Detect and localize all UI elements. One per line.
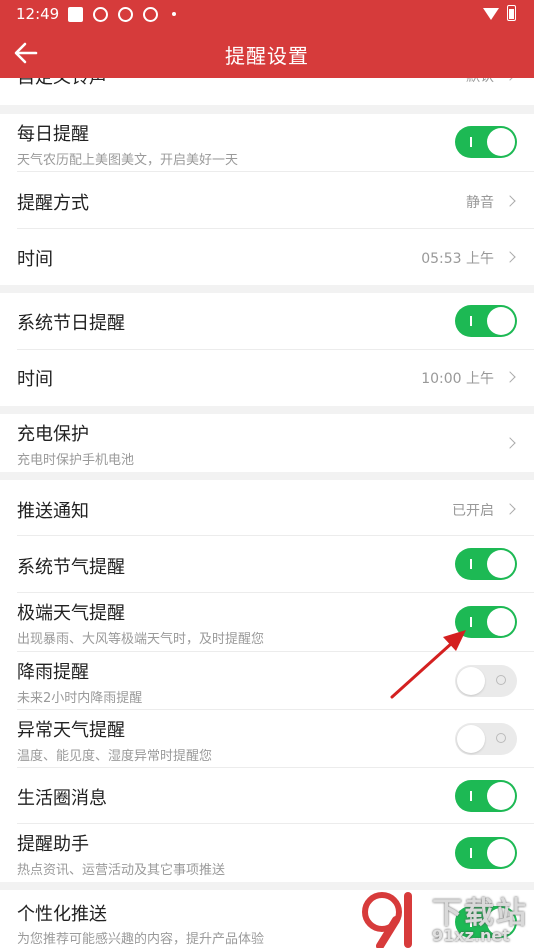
setting-value: 已开启 [452,503,494,519]
setting-row-push-notifications[interactable]: 推送通知 已开启 [0,480,534,536]
page-title: 提醒设置 [225,44,309,68]
setting-row-solar-term-reminder: 系统节气提醒 [0,536,534,593]
setting-value: 默认 [466,78,494,86]
setting-label: 提醒方式 [17,193,89,214]
more-notifications-dot-icon [172,12,176,16]
site-logo-icon [360,890,412,948]
setting-label: 系统节日提醒 [17,313,125,334]
setting-label: 降雨提醒 [17,662,89,683]
setting-row-charging-protection[interactable]: 充电保护 充电时保护手机电池 [0,414,534,472]
battery-icon [507,5,516,21]
chevron-right-icon [504,78,516,81]
reminder-assistant-toggle[interactable] [455,837,517,869]
setting-value: 05:53 上午 [421,251,494,267]
daily-reminder-toggle[interactable] [455,126,517,158]
chevron-right-icon [504,195,516,207]
watermark-logo: 下载站 91xz.net [360,884,534,950]
chevron-right-icon [504,437,516,449]
setting-label: 生活圈消息 [17,788,107,809]
solar-term-reminder-toggle[interactable] [455,548,517,580]
setting-label: 系统节气提醒 [17,557,125,578]
setting-description: 出现暴雨、大风等极端天气时，及时提醒您 [17,632,265,647]
setting-label: 提醒助手 [17,834,89,855]
setting-row-rain-reminder: 降雨提醒 未来2小时内降雨提醒 [0,652,534,710]
setting-row-reminder-assistant: 提醒助手 热点资讯、运营活动及其它事项推送 [0,824,534,882]
setting-row-extreme-weather: 极端天气提醒 出现暴雨、大风等极端天气时，及时提醒您 [0,593,534,652]
setting-value: 10:00 上午 [421,371,494,387]
holiday-reminder-toggle[interactable] [455,305,517,337]
setting-label: 时间 [17,369,53,390]
setting-description: 天气农历配上美图美文，开启美好一天 [17,153,239,168]
setting-description: 温度、能见度、湿度异常时提醒您 [17,749,213,764]
chevron-right-icon [504,251,516,263]
setting-value: 静音 [466,195,494,211]
setting-label: 时间 [17,249,53,270]
wifi-icon [483,8,499,20]
setting-row-daily-time[interactable]: 时间 05:53 上午 [0,229,534,285]
extreme-weather-toggle[interactable] [455,606,517,638]
setting-label: 每日提醒 [17,124,89,145]
notification-app-icon [93,7,108,22]
chevron-right-icon [504,503,516,515]
setting-label: 极端天气提醒 [17,603,125,624]
setting-row-holiday-time[interactable]: 时间 10:00 上午 [0,350,534,406]
app-bar: 提醒设置 [0,28,534,78]
life-circle-toggle[interactable] [455,780,517,812]
abnormal-weather-toggle[interactable] [455,723,517,755]
status-bar: 12:49 [0,0,534,28]
setting-description: 为您推荐可能感兴趣的内容，提升产品体验 [17,932,265,947]
rain-reminder-toggle[interactable] [455,665,517,697]
setting-row-reminder-method[interactable]: 提醒方式 静音 [0,172,534,229]
setting-label: 异常天气提醒 [17,720,125,741]
setting-label: 推送通知 [17,501,89,522]
setting-row-custom-ringtone[interactable]: 自定义铃声 默认 [0,78,534,105]
setting-row-daily-reminder: 每日提醒 天气农历配上美图美文，开启美好一天 [0,114,534,172]
notification-app-icon [118,7,133,22]
setting-row-holiday-reminder: 系统节日提醒 [0,293,534,350]
status-time: 12:49 [16,5,60,23]
setting-description: 热点资讯、运营活动及其它事项推送 [17,863,226,878]
setting-row-abnormal-weather: 异常天气提醒 温度、能见度、湿度异常时提醒您 [0,710,534,768]
setting-description: 充电时保护手机电池 [17,453,135,468]
watermark-domain: 91xz.net [432,926,510,945]
notification-icon [68,7,83,22]
chevron-right-icon [504,371,516,383]
setting-row-life-circle: 生活圈消息 [0,768,534,824]
notification-app-icon [143,7,158,22]
setting-description: 未来2小时内降雨提醒 [17,691,143,706]
setting-label: 自定义铃声 [17,78,107,89]
setting-label: 充电保护 [17,424,89,445]
setting-label: 个性化推送 [17,904,107,925]
settings-list: 自定义铃声 默认 每日提醒 天气农历配上美图美文，开启美好一天 提醒方式 静音 … [0,78,534,950]
